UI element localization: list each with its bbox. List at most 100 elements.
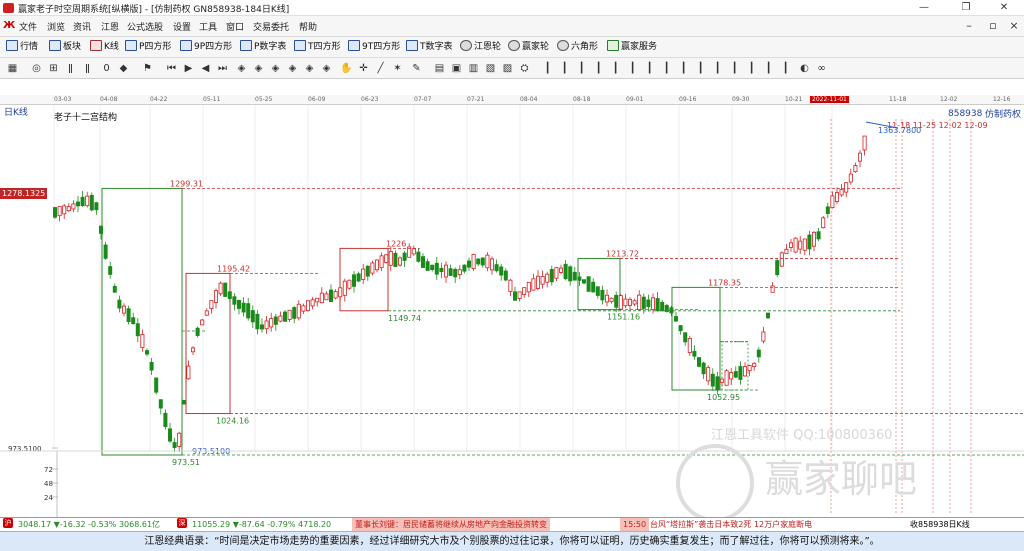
hand-icon[interactable]: ✋ [340, 62, 353, 75]
time5-icon[interactable]: ┃ [609, 62, 622, 75]
p-numtable-icon [240, 40, 252, 51]
t-numtable-button[interactable]: T数字表 [406, 40, 453, 55]
pen-icon[interactable]: ✎ [410, 62, 423, 75]
sector-button[interactable]: 板块 [49, 40, 81, 55]
time7-icon[interactable]: ┃ [643, 62, 656, 75]
globe-icon[interactable]: ◐ [798, 62, 811, 75]
minimize-icon[interactable]: – [962, 19, 976, 33]
layout-icon[interactable]: ▦ [6, 62, 19, 75]
time8-icon[interactable]: ┃ [660, 62, 673, 75]
diamond-y5-icon[interactable]: ◈ [303, 62, 316, 75]
time13-icon[interactable]: ┃ [745, 62, 758, 75]
level-label: 1024.16 [216, 417, 249, 426]
copy-icon[interactable]: ▧ [484, 62, 497, 75]
folder-icon[interactable]: ▨ [501, 62, 514, 75]
close-button[interactable]: ✕ [984, 0, 1024, 16]
main-toolbar: 行情 板块 K线 P四方形 9P四方形 P数字表 T四方形 9T四方形 T数字表… [0, 37, 1024, 58]
hexagon-button[interactable]: 六角形 [557, 40, 598, 55]
candle-body [480, 257, 485, 266]
time14-icon[interactable]: ┃ [762, 62, 775, 75]
candle-body [232, 296, 237, 305]
menu-file[interactable]: 文件 [19, 20, 37, 33]
menu-trade[interactable]: 交易委托 [253, 20, 289, 33]
crosshair-icon[interactable]: ✛ [357, 62, 370, 75]
first-icon[interactable]: ⏮ [165, 62, 178, 75]
diamond-y-icon[interactable]: ◈ [235, 62, 248, 75]
target-icon[interactable]: ◎ [30, 62, 43, 75]
candle-body [374, 259, 379, 271]
time2-icon[interactable]: ┃ [558, 62, 571, 75]
gann-wheel-button[interactable]: 江恩轮 [460, 40, 501, 55]
kline-label: K线 [104, 42, 119, 52]
candle-body [167, 428, 172, 442]
diamond-y6-icon[interactable]: ◈ [320, 62, 333, 75]
line-icon[interactable]: ╱ [374, 62, 387, 75]
diamond-y3-icon[interactable]: ◈ [269, 62, 282, 75]
time10-icon[interactable]: ┃ [694, 62, 707, 75]
time-icon[interactable]: ┃ [541, 62, 554, 75]
level-label: 1213.72 [606, 249, 639, 258]
zero-icon[interactable]: 0 [100, 62, 113, 75]
flag-icon[interactable]: ⚑ [141, 62, 154, 75]
print-icon[interactable]: ▥ [467, 62, 480, 75]
news-ticker[interactable]: 董事长刘键：居民储蓄将继续从房地产向金融投资转变 [352, 518, 550, 531]
9p-square-button[interactable]: 9P四方形 [180, 40, 232, 55]
restore-button[interactable]: ❐ [946, 0, 986, 16]
diamond-y4-icon[interactable]: ◈ [286, 62, 299, 75]
restore-icon[interactable]: ▫ [986, 19, 1000, 33]
diamond-icon[interactable]: ◆ [117, 62, 130, 75]
time9-icon[interactable]: ┃ [677, 62, 690, 75]
date-annotation: 11-18 11-25 12-02 12-09 [887, 121, 988, 130]
time6-icon[interactable]: ┃ [626, 62, 639, 75]
candle-icon[interactable]: ǁ [64, 62, 77, 75]
y-axis-label: 24 [44, 494, 53, 502]
candle-body [802, 238, 807, 251]
menu-tools[interactable]: 工具 [199, 20, 217, 33]
menu-settings[interactable]: 设置 [173, 20, 191, 33]
diamond-y2-icon[interactable]: ◈ [252, 62, 265, 75]
candle2-icon[interactable]: ǁ [81, 62, 94, 75]
minimize-button[interactable]: — [904, 0, 944, 16]
winner-wheel-button[interactable]: 赢家轮 [508, 40, 549, 55]
9t-square-button[interactable]: 9T四方形 [348, 40, 400, 55]
time4-icon[interactable]: ┃ [592, 62, 605, 75]
save-icon[interactable]: ▣ [450, 62, 463, 75]
next-icon[interactable]: ▶ [182, 62, 195, 75]
t-square-button[interactable]: T四方形 [294, 40, 341, 55]
calc-icon[interactable]: ▤ [433, 62, 446, 75]
candle-body [710, 373, 715, 387]
menu-help[interactable]: 帮助 [299, 20, 317, 33]
menu-formula[interactable]: 公式选股 [127, 20, 163, 33]
menu-info[interactable]: 资讯 [73, 20, 91, 33]
time11-icon[interactable]: ┃ [711, 62, 724, 75]
candle-body [393, 252, 398, 267]
p-square-button[interactable]: P四方形 [125, 40, 171, 55]
sh-index[interactable]: 3048.17 ▼-16.32 -0.53% 3068.61亿 [18, 518, 160, 531]
sz-index[interactable]: 11055.29 ▼-87.64 -0.79% 4718.20 [192, 518, 331, 531]
menu-window[interactable]: 窗口 [226, 20, 244, 33]
fan-icon[interactable]: ✶ [391, 62, 404, 75]
news-ticker-2[interactable]: 台风“塔拉斯”袭击日本致2死 12万户家庭断电 [650, 518, 812, 531]
time3-icon[interactable]: ┃ [575, 62, 588, 75]
candle-body [618, 295, 623, 310]
close-icon[interactable]: × [1007, 19, 1021, 33]
watermark-text: 江恩工具软件 QQ:100800360 [711, 428, 893, 443]
grid-icon[interactable]: ⊞ [47, 62, 60, 75]
menu-browse[interactable]: 浏览 [47, 20, 65, 33]
prev-icon[interactable]: ◀ [199, 62, 212, 75]
time15-icon[interactable]: ┃ [779, 62, 792, 75]
time12-icon[interactable]: ┃ [728, 62, 741, 75]
candle-body [379, 255, 384, 269]
menu-gann[interactable]: 江恩 [101, 20, 119, 33]
winner-service-button[interactable]: 赢家服务 [607, 40, 657, 55]
last-icon[interactable]: ⏭ [216, 62, 229, 75]
candle-body [586, 276, 591, 292]
candle-body [195, 327, 200, 336]
car-icon[interactable]: ⛭ [518, 62, 531, 75]
candle-body [333, 291, 338, 299]
infinity-icon[interactable]: ∞ [815, 62, 828, 75]
quotes-button[interactable]: 行情 [6, 40, 38, 55]
candle-body [798, 240, 803, 250]
p-numtable-button[interactable]: P数字表 [240, 40, 286, 55]
kline-button[interactable]: K线 [90, 40, 119, 55]
